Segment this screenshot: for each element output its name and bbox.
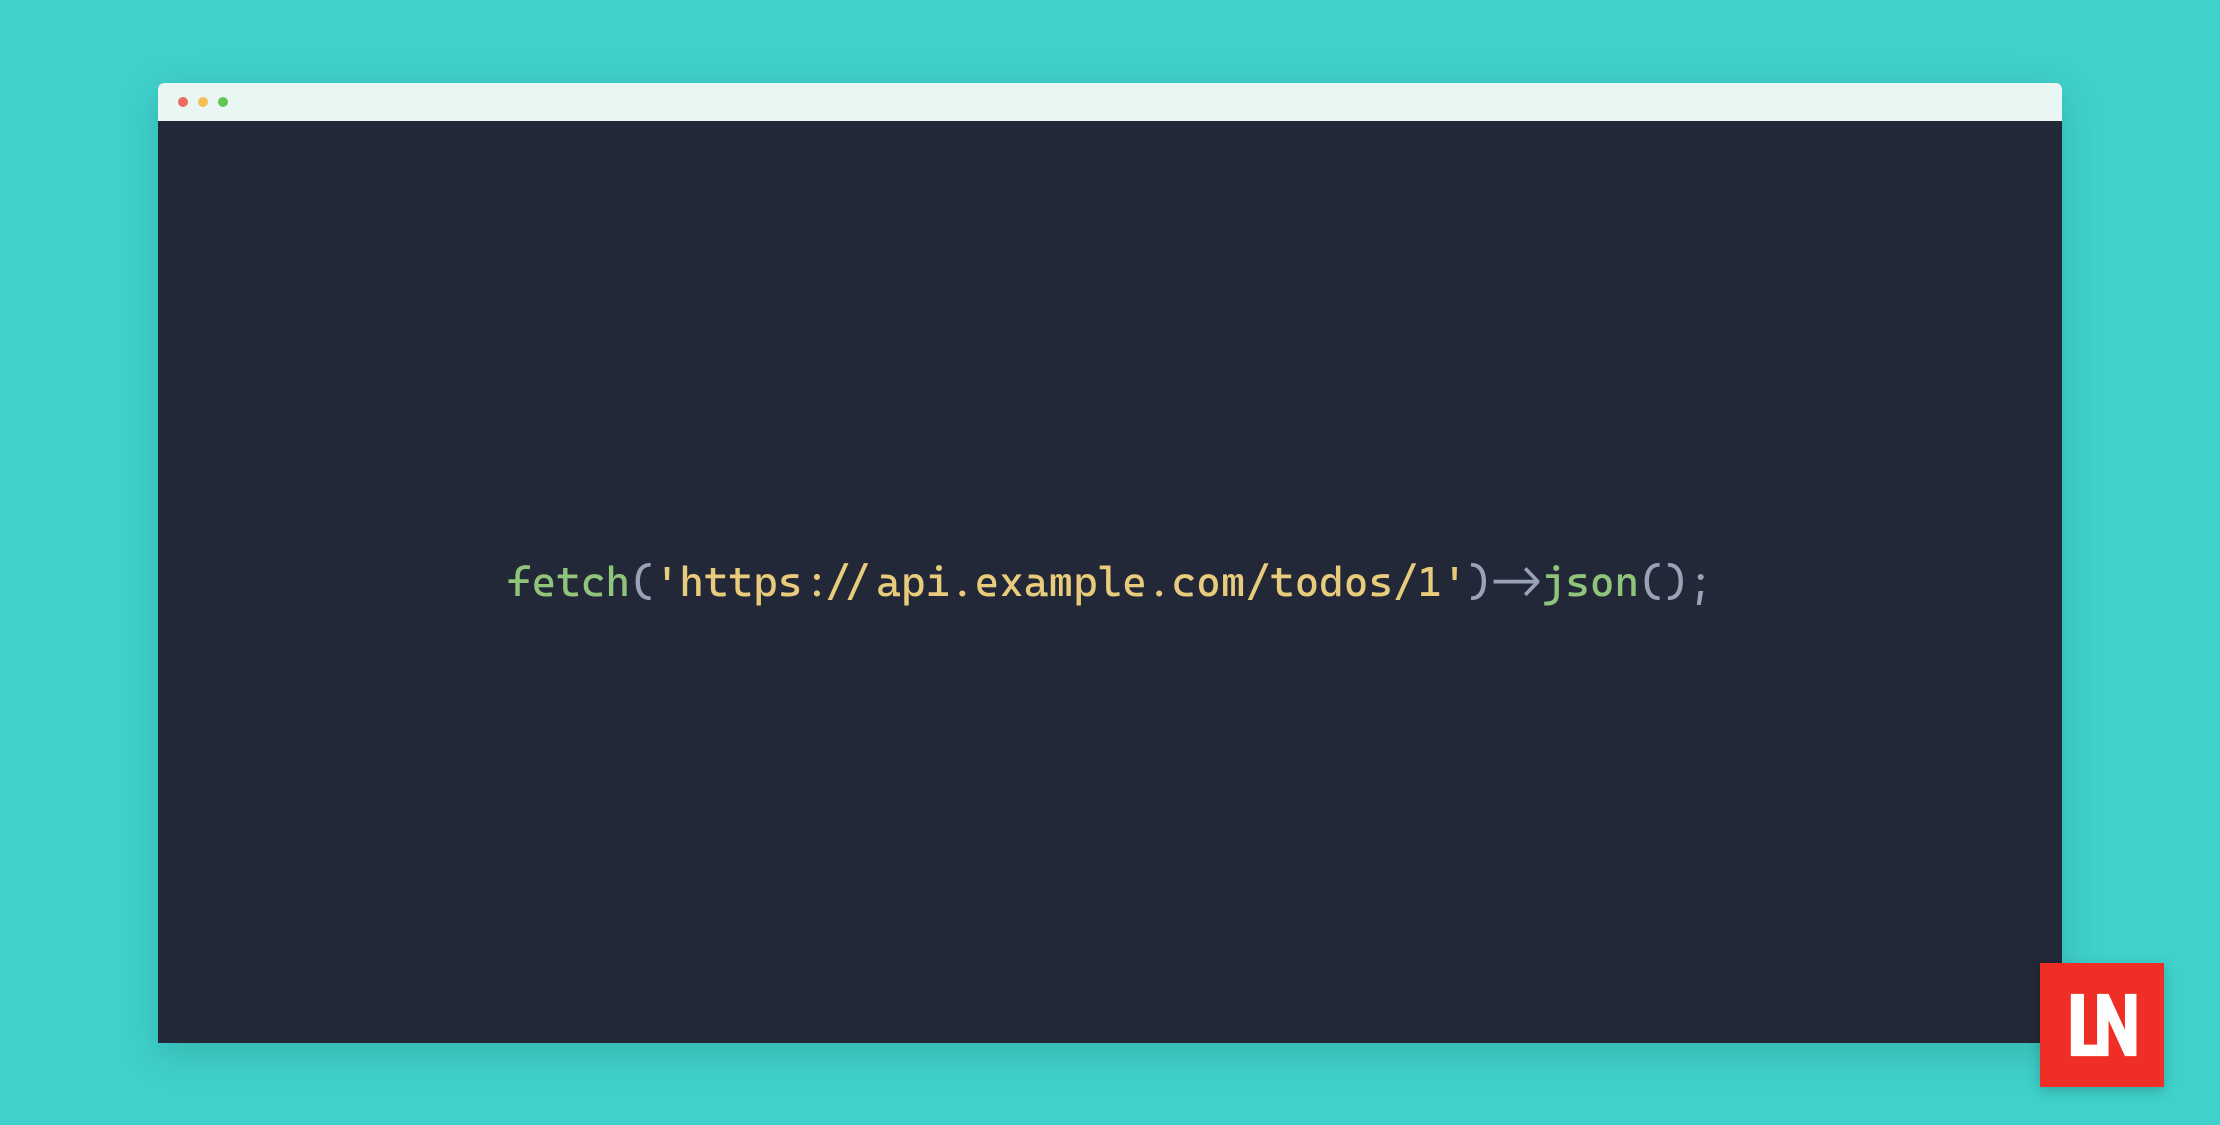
code-token-arrow: -> bbox=[1491, 557, 1540, 606]
editor-body: fetch('https://api.example.com/todos/1')… bbox=[158, 121, 2062, 1043]
code-window: fetch('https://api.example.com/todos/1')… bbox=[158, 83, 2062, 1043]
code-token-paren-open: ( bbox=[630, 557, 655, 606]
close-icon[interactable] bbox=[178, 97, 188, 107]
code-token-method-paren-open: ( bbox=[1639, 557, 1664, 606]
code-token-string-open: ' bbox=[655, 557, 680, 606]
minimize-icon[interactable] bbox=[198, 97, 208, 107]
logo-icon bbox=[2061, 984, 2143, 1066]
maximize-icon[interactable] bbox=[218, 97, 228, 107]
brand-logo bbox=[2040, 963, 2164, 1087]
code-line: fetch('https://api.example.com/todos/1')… bbox=[507, 557, 1713, 606]
code-token-paren-close: ) bbox=[1467, 557, 1492, 606]
code-token-method-paren-close: ) bbox=[1664, 557, 1689, 606]
code-token-string-close: ' bbox=[1442, 557, 1467, 606]
code-token-semicolon: ; bbox=[1688, 557, 1713, 606]
window-titlebar bbox=[158, 83, 2062, 121]
code-token-function: fetch bbox=[507, 557, 630, 606]
code-token-string-content: https://api.example.com/todos/1 bbox=[679, 557, 1442, 606]
code-token-method: json bbox=[1541, 557, 1639, 606]
